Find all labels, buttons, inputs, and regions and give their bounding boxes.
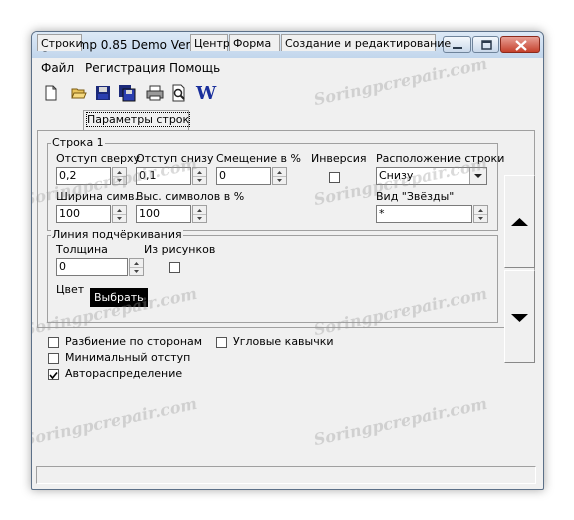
- move-up-button[interactable]: [504, 175, 535, 268]
- watermark: Soringpcrepair.com: [311, 393, 489, 450]
- thickness-input[interactable]: 0: [56, 258, 128, 276]
- tab-create-edit-label: Создание и редактирование: [285, 37, 452, 50]
- stars-spinner[interactable]: [473, 205, 488, 223]
- char-width-spinner[interactable]: [112, 205, 127, 223]
- menu-file[interactable]: Файл: [41, 61, 74, 75]
- auto-distribution-label: Автораспределение: [65, 367, 183, 380]
- checkmark-icon: [49, 371, 58, 380]
- char-width-input[interactable]: 100: [56, 205, 111, 223]
- underline-group: [47, 235, 498, 323]
- from-pictures-checkbox[interactable]: [169, 262, 180, 273]
- new-document-icon[interactable]: [42, 84, 60, 102]
- maximize-icon: [481, 40, 492, 50]
- position-select-value: Снизу: [379, 169, 414, 182]
- shift-label: Смещение в %: [216, 152, 301, 165]
- angle-quotes-checkbox[interactable]: [216, 337, 227, 348]
- position-label: Расположение строки: [376, 152, 505, 165]
- dropdown-arrow-icon[interactable]: [469, 168, 486, 184]
- stars-label: Вид "Звёзды": [376, 190, 455, 203]
- indent-bottom-input[interactable]: 0,1: [136, 167, 191, 185]
- underline-group-legend: Линия подчёркивания: [51, 228, 183, 241]
- thickness-label: Толщина: [56, 243, 108, 256]
- tab-lines[interactable]: Строки: [37, 34, 83, 51]
- split-sides-label: Разбиение по сторонам: [65, 335, 203, 348]
- split-sides-checkbox[interactable]: [48, 337, 59, 348]
- char-height-input[interactable]: 100: [136, 205, 191, 223]
- select-color-tooltip[interactable]: Выбрать: [90, 288, 148, 307]
- toolbar: W: [32, 80, 543, 106]
- indent-top-label: Отступ сверху: [56, 152, 141, 165]
- indent-bottom-label: Отступ снизу: [136, 152, 214, 165]
- menu-registration[interactable]: Регистрация: [85, 61, 165, 75]
- char-height-spinner[interactable]: [192, 205, 207, 223]
- char-height-label: Выс. символов в %: [136, 190, 245, 203]
- tab-create-edit[interactable]: Создание и редактирование: [281, 34, 451, 51]
- print-icon[interactable]: [146, 84, 164, 102]
- indent-top-spinner[interactable]: [112, 167, 127, 185]
- thickness-spinner[interactable]: [129, 258, 144, 276]
- tab-shape[interactable]: Форма: [229, 34, 280, 51]
- inversion-label: Инверсия: [311, 152, 367, 165]
- tab-shape-label: Форма: [233, 37, 272, 50]
- arrow-down-icon: [511, 314, 528, 322]
- save-disk-icon[interactable]: [94, 84, 112, 102]
- close-icon: [515, 40, 527, 51]
- char-width-label: Ширина симв.: [56, 190, 138, 203]
- tab-lines-label: Строки: [41, 37, 83, 50]
- save-all-icon[interactable]: [118, 84, 136, 102]
- min-indent-checkbox[interactable]: [48, 353, 59, 364]
- tab-center-label: Центр: [194, 37, 230, 50]
- menu-help[interactable]: Помощь: [169, 61, 220, 75]
- stars-input[interactable]: *: [376, 205, 472, 223]
- tab-center[interactable]: Центр: [190, 34, 230, 51]
- indent-bottom-spinner[interactable]: [192, 167, 207, 185]
- auto-distribution-checkbox[interactable]: [48, 369, 59, 380]
- tab-line-params-label: Параметры строк: [85, 112, 191, 127]
- tab-panel: Строка 1 Отступ сверху 0,2 Отступ снизу …: [37, 130, 535, 363]
- watermark: Soringpcrepair.com: [31, 393, 199, 450]
- shift-input[interactable]: 0: [216, 167, 271, 185]
- from-pictures-label: Из рисунков: [144, 243, 216, 256]
- app-window: Stamp 0.85 Demo Version Файл Регистрация…: [31, 31, 544, 490]
- menu-bar: Файл Регистрация Помощь: [32, 58, 543, 78]
- word-export-icon[interactable]: W: [196, 83, 218, 104]
- line-group-legend: Строка 1: [51, 136, 105, 149]
- close-button[interactable]: [500, 36, 540, 53]
- maximize-button[interactable]: [472, 36, 499, 53]
- status-bar: [36, 466, 536, 484]
- min-indent-label: Минимальный отступ: [65, 351, 191, 364]
- angle-quotes-label: Угловые кавычки: [233, 335, 334, 348]
- shift-spinner[interactable]: [272, 167, 287, 185]
- position-select[interactable]: Снизу: [376, 167, 487, 185]
- arrow-up-icon: [511, 218, 528, 226]
- move-down-button[interactable]: [504, 270, 535, 363]
- tab-line-params[interactable]: Параметры строк: [83, 110, 191, 130]
- open-folder-icon[interactable]: [70, 84, 88, 102]
- color-label: Цвет: [56, 283, 85, 296]
- print-preview-icon[interactable]: [170, 84, 188, 102]
- indent-top-input[interactable]: 0,2: [56, 167, 111, 185]
- inversion-checkbox[interactable]: [329, 172, 340, 183]
